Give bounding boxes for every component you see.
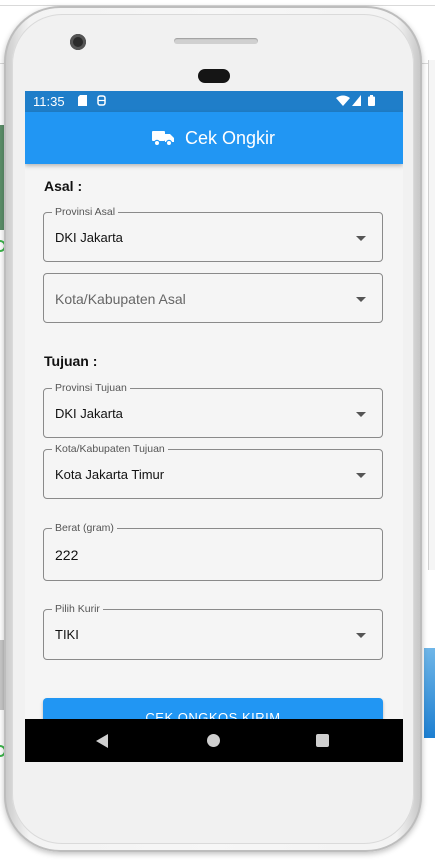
- status-bar: 11:35: [25, 91, 403, 112]
- battery-icon: [368, 95, 375, 106]
- back-icon[interactable]: [96, 734, 108, 748]
- speaker-grille: [174, 38, 258, 44]
- weight-legend: Berat (gram): [52, 522, 117, 534]
- destination-city-legend: Kota/Kabupaten Tujuan: [52, 443, 168, 455]
- dropdown-arrow-icon: [356, 473, 366, 478]
- dropdown-arrow-icon: [356, 633, 366, 638]
- courier-dropdown[interactable]: Pilih Kurir TIKI: [43, 603, 383, 660]
- weight-input[interactable]: Berat (gram) 222: [43, 522, 383, 581]
- app-screen: 11:35 Cek Ongkir Asal : Provinsi Asal DK…: [25, 91, 403, 762]
- sd-card-icon: [78, 95, 87, 106]
- navigation-bar: [25, 719, 403, 762]
- front-camera: [70, 34, 86, 50]
- destination-province-legend: Provinsi Tujuan: [52, 382, 130, 394]
- earpiece: [198, 69, 230, 83]
- app-bar: Cek Ongkir: [25, 112, 403, 164]
- truck-icon: [152, 131, 174, 146]
- home-icon[interactable]: [207, 734, 220, 747]
- app-title: Cek Ongkir: [185, 128, 276, 148]
- origin-city-dropdown[interactable]: Kota/Kabupaten Asal: [43, 273, 383, 323]
- origin-province-value: DKI Jakarta: [55, 230, 123, 245]
- background-thumbnail: [424, 648, 435, 738]
- status-time: 11:35: [33, 94, 65, 109]
- destination-province-dropdown[interactable]: Provinsi Tujuan DKI Jakarta: [43, 382, 383, 438]
- origin-province-dropdown[interactable]: Provinsi Asal DKI Jakarta: [43, 206, 383, 262]
- destination-city-value: Kota Jakarta Timur: [55, 467, 165, 482]
- destination-province-value: DKI Jakarta: [55, 406, 123, 421]
- recent-apps-icon[interactable]: [316, 734, 329, 747]
- wifi-icon: [336, 95, 350, 106]
- destination-section-label: Tujuan :: [44, 353, 98, 369]
- sync-icon: [97, 95, 106, 106]
- dropdown-arrow-icon: [356, 236, 366, 241]
- courier-legend: Pilih Kurir: [52, 603, 103, 615]
- origin-province-legend: Provinsi Asal: [52, 206, 119, 218]
- destination-city-dropdown[interactable]: Kota/Kabupaten Tujuan Kota Jakarta Timur: [43, 443, 383, 499]
- dropdown-arrow-icon: [356, 412, 366, 417]
- weight-value: 222: [55, 547, 79, 563]
- origin-section-label: Asal :: [44, 178, 83, 194]
- cell-signal-icon: [352, 95, 361, 106]
- courier-value: TIKI: [55, 627, 79, 642]
- dropdown-arrow-icon: [356, 297, 366, 302]
- origin-city-placeholder: Kota/Kabupaten Asal: [55, 291, 186, 307]
- background-panel: [428, 60, 435, 570]
